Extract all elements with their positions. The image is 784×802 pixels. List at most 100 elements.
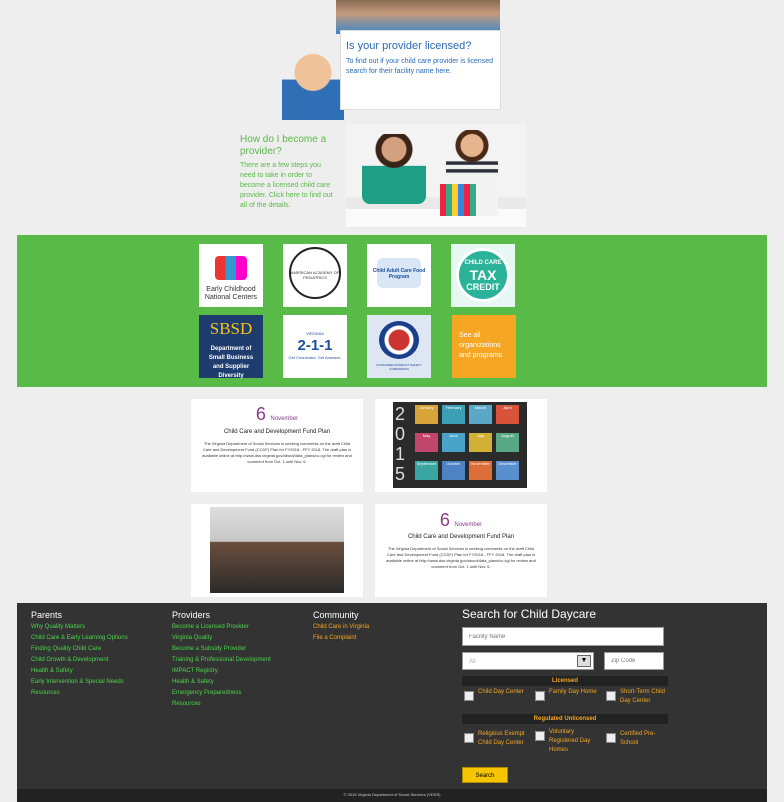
news-body: The Virginia Department of Social Servic… — [386, 546, 536, 569]
footer-link[interactable]: Emergency Preparedness — [172, 688, 271, 699]
woman-figure — [362, 134, 426, 204]
checkbox-label: Religious Exempt Child Day Center — [478, 731, 525, 746]
news-day: 6 — [439, 510, 450, 530]
city-select[interactable]: All ▼ — [462, 652, 594, 670]
cacfp-text: Child Adult Care Food Program — [372, 268, 426, 280]
toy-blocks — [440, 184, 476, 216]
va-211-tagline: Get Connected. Get Answers. — [288, 355, 342, 360]
checkbox-family-day-home[interactable] — [535, 691, 545, 701]
footer-link[interactable]: IMPACT Registry — [172, 666, 271, 677]
parents-links: Why Quality Matters Child Care & Early L… — [31, 622, 128, 699]
partner-logo-211[interactable]: VIRGINIA 2-1-1 Get Connected. Get Answer… — [283, 315, 347, 378]
calendar-month: June — [442, 433, 465, 452]
parents-heading: Parents — [31, 610, 63, 620]
checkbox-certified-preschool[interactable] — [606, 733, 616, 743]
news-title[interactable]: Child Care and Development Fund Plan — [191, 429, 363, 435]
partner-logo-sbsd[interactable]: SBSD Department of Small Business and Su… — [199, 315, 263, 379]
news-month: November — [454, 522, 483, 528]
aap-text: AMERICAN ACADEMY OF PEDIATRICS — [290, 270, 340, 280]
va-211-state: VIRGINIA — [306, 331, 324, 336]
footer-link[interactable]: Health & Safety — [31, 666, 128, 677]
footer-link[interactable]: File a Complaint — [313, 633, 369, 644]
search-heading: Search for Child Daycare — [462, 607, 597, 621]
footer-link[interactable]: Become a Subsidy Provider — [172, 644, 271, 655]
footer-link[interactable]: Child Care in Virginia — [313, 622, 369, 633]
checkbox-label: Family Day Home — [549, 689, 597, 695]
provider-title[interactable]: How do I become a provider? — [240, 134, 350, 158]
checkbox-label: Child Day Center — [478, 689, 524, 695]
family-photo — [336, 0, 500, 34]
news-body: The Virginia Department of Social Servic… — [202, 441, 352, 464]
calendar-year: 2015 — [395, 404, 406, 484]
tax-line2: TAX — [469, 267, 497, 283]
see-all-label: See all organizations and programs — [459, 332, 503, 359]
calendar-month: September — [415, 461, 438, 480]
calendar-month: March — [469, 405, 492, 424]
news-card[interactable]: 6 November Child Care and Development Fu… — [375, 504, 547, 597]
calendar-month: October — [442, 461, 465, 480]
unlicensed-heading: Regulated Unlicensed — [462, 714, 668, 724]
checkbox-child-day-center[interactable] — [464, 691, 474, 701]
ecnc-emblem — [215, 256, 247, 280]
calendar-month: February — [442, 405, 465, 424]
footer-link[interactable]: Finding Quality Child Care — [31, 644, 128, 655]
calendar-month: May — [415, 433, 438, 452]
sbsd-title: SBSD — [209, 319, 253, 338]
news-day: 6 — [255, 404, 266, 424]
calendar-month: April — [496, 405, 519, 424]
calendar-month: December — [496, 461, 519, 480]
checkbox-label: Voluntary Registered Day Homes — [549, 729, 591, 753]
checkbox-label: Short-Term Child Day Center — [620, 689, 666, 704]
footer-link[interactable]: Training & Professional Development — [172, 655, 271, 666]
checkbox-religious-exempt[interactable] — [464, 733, 474, 743]
news-card[interactable]: 6 November Child Care and Development Fu… — [191, 399, 363, 492]
copyright-text: © 2015 Virginia Department of Social Ser… — [343, 792, 441, 797]
classroom-photo — [210, 507, 344, 593]
footer-link[interactable]: Resources — [172, 699, 271, 710]
tax-line3: CREDIT — [466, 282, 500, 292]
provider-text[interactable]: There are a few steps you need to take i… — [240, 161, 335, 211]
footer-link[interactable]: Child Growth & Development — [31, 655, 128, 666]
ecnc-text: Early Childhood National Centers — [204, 286, 258, 301]
checkbox-short-term[interactable] — [606, 691, 616, 701]
calendar-month: August — [496, 433, 519, 452]
tax-line1: CHILD CARE — [464, 260, 502, 266]
footer-link[interactable]: Why Quality Matters — [31, 622, 128, 633]
providers-heading: Providers — [172, 610, 211, 620]
community-links: Child Care in Virginia File a Complaint — [313, 622, 369, 644]
footer-link[interactable]: Early Intervention & Special Needs — [31, 677, 128, 688]
footer-link[interactable]: Virginia Quality — [172, 633, 271, 644]
partner-logo-aap[interactable]: AMERICAN ACADEMY OF PEDIATRICS — [283, 244, 347, 307]
providers-links: Become a Licensed Provider Virginia Qual… — [172, 622, 271, 710]
licensed-heading: Licensed — [462, 676, 668, 686]
search-button[interactable]: Search — [462, 767, 508, 783]
partner-logo-cpsc[interactable]: CONSUMER PRODUCT SAFETY COMMISSION — [367, 315, 431, 378]
child-photo — [282, 52, 344, 120]
news-month: November — [270, 416, 299, 422]
calendar-image: 2015 January February March April May Ju… — [393, 402, 527, 488]
checkbox-label: Certified Pre-School — [620, 731, 656, 746]
calendar-month: November — [469, 461, 492, 480]
facility-name-input[interactable] — [462, 627, 664, 646]
footer-link[interactable]: Child Care & Early Learning Options — [31, 633, 128, 644]
partner-logo-cacfp[interactable]: Child Adult Care Food Program — [367, 244, 431, 307]
partner-logo-tax-credit[interactable]: CHILD CARE TAX CREDIT — [451, 244, 515, 307]
checkbox-voluntary-registered[interactable] — [535, 731, 545, 741]
partner-logo-ecnc[interactable]: Early Childhood National Centers — [199, 244, 263, 307]
licensed-title[interactable]: Is your provider licensed? — [346, 40, 471, 52]
city-select-value: All — [469, 659, 476, 665]
calendar-month: January — [415, 405, 438, 424]
footer-link[interactable]: Health & Safety — [172, 677, 271, 688]
photo-table — [346, 209, 526, 227]
sbsd-subtitle: Department of Small Business and Supplie… — [208, 346, 254, 379]
community-heading: Community — [313, 610, 359, 620]
see-all-organizations-button[interactable]: See all organizations and programs — [452, 315, 516, 378]
zip-code-input[interactable] — [604, 652, 664, 670]
footer-link[interactable]: Become a Licensed Provider — [172, 622, 271, 633]
calendar-month: July — [469, 433, 492, 452]
news-title[interactable]: Child Care and Development Fund Plan — [375, 534, 547, 540]
cpsc-eagle-emblem — [379, 321, 419, 359]
chevron-down-icon[interactable]: ▼ — [577, 655, 591, 667]
footer-link[interactable]: Resources — [31, 688, 128, 699]
cpsc-text: CONSUMER PRODUCT SAFETY COMMISSION — [376, 363, 422, 371]
